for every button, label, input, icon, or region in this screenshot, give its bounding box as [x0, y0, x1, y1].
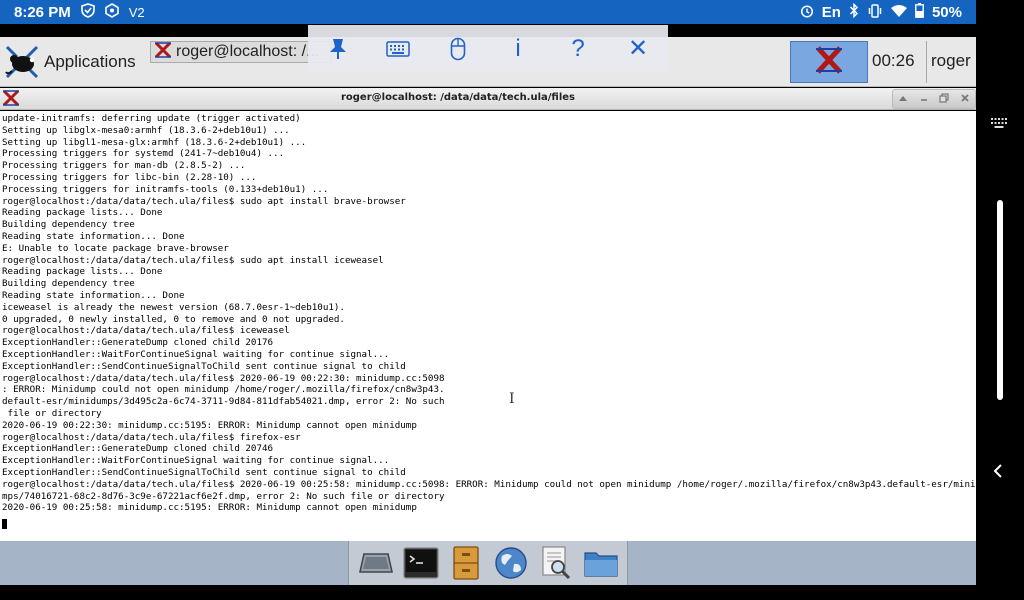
terminal-line: ExceptionHandler::SendContinueSignalToCh…: [2, 466, 406, 478]
terminal-line: Processing triggers for systemd (241-7~d…: [2, 148, 285, 160]
terminal-line: mps/74016721-68c2-8d76-3c9e-67221acf6e2f…: [2, 490, 445, 502]
android-nav-bar: [976, 0, 1024, 600]
desktop-icon[interactable]: [357, 544, 395, 582]
terminal-line: Processing triggers for initramfs-tools …: [2, 183, 329, 195]
shade-up-icon[interactable]: [898, 94, 908, 105]
battery-icon: [915, 3, 924, 21]
terminal-lines: update-initramfs: deferring update (trig…: [2, 113, 976, 514]
folder-icon[interactable]: [582, 544, 620, 582]
terminal-cursor: [2, 519, 7, 530]
shield-icon: [80, 3, 95, 21]
close-icon[interactable]: ✕: [618, 29, 658, 69]
window-close-icon[interactable]: [960, 93, 970, 106]
alarm-icon: [800, 4, 814, 21]
terminal-line: iceweasel is already the newest version …: [2, 301, 345, 313]
wifi-icon: [890, 4, 907, 20]
terminal-icon[interactable]: [402, 544, 440, 582]
terminal-output[interactable]: update-initramfs: deferring update (trig…: [0, 111, 976, 541]
hexagon-icon: [104, 3, 119, 21]
terminal-line: 2020-06-19 00:22:30: minidump.cc:5195: E…: [2, 419, 417, 431]
terminal-line: 2020-06-19 00:25:58: minidump.cc:5195: E…: [2, 502, 417, 514]
vnc-toolbar: i ? ✕: [308, 25, 668, 72]
terminal-line: Processing triggers for man-db (2.8.5-2)…: [2, 160, 246, 172]
v2-icon: V2: [128, 4, 145, 20]
web-browser-icon[interactable]: [492, 544, 530, 582]
terminal-line: Setting up libglx-mesa0:armhf (18.3.6-2+…: [2, 124, 290, 136]
terminal-line: roger@localhost:/data/data/tech.ula/file…: [2, 372, 445, 384]
window-controls: [892, 89, 976, 109]
vibrate-icon: [867, 3, 883, 21]
android-status-bar: 8:26 PM V2 En 50%: [0, 0, 976, 24]
terminal-line: ExceptionHandler::SendContinueSignalToCh…: [2, 360, 406, 372]
terminal-line: update-initramfs: deferring update (trig…: [2, 113, 301, 124]
application-dock: [348, 541, 628, 585]
battery-percent: 50%: [931, 3, 962, 21]
text-ibeam-cursor-icon: I: [509, 391, 515, 407]
terminal-line: Reading state information... Done: [2, 230, 185, 242]
applications-label: Applications: [44, 52, 136, 71]
taskbar-window-button[interactable]: roger@localhost: /...: [150, 41, 332, 63]
terminal-line: roger@localhost:/data/data/tech.ula/file…: [2, 431, 301, 443]
bottom-black-strip: [0, 585, 976, 600]
xorg-x-logo-icon: [814, 45, 844, 79]
terminal-line: roger@localhost:/data/data/tech.ula/file…: [2, 254, 384, 266]
terminal-line: 0 upgraded, 0 newly installed, 0 to remo…: [2, 313, 345, 325]
terminal-line: ExceptionHandler::WaitForContinueSignal …: [2, 455, 390, 467]
mouse-icon[interactable]: [438, 29, 478, 69]
window-title: roger@localhost: /data/data/tech.ula/fil…: [340, 92, 576, 103]
terminal-line: ExceptionHandler::WaitForContinueSignal …: [2, 348, 390, 360]
terminal-line: Reading package lists... Done: [2, 207, 163, 219]
terminal-line: Reading package lists... Done: [2, 266, 163, 278]
user-menu[interactable]: roger: [931, 51, 971, 71]
app-finder-icon[interactable]: [537, 544, 575, 582]
info-icon[interactable]: i: [498, 29, 538, 69]
terminal-line: E: Unable to locate package brave-browse…: [2, 242, 229, 254]
terminal-line: roger@localhost:/data/data/tech.ula/file…: [2, 478, 976, 490]
help-icon[interactable]: ?: [558, 29, 598, 69]
minimize-icon[interactable]: [919, 94, 929, 105]
back-chevron-icon[interactable]: [993, 462, 1003, 483]
panel-clock[interactable]: 00:26: [872, 51, 915, 71]
terminal-line: ExceptionHandler::GenerateDump cloned ch…: [2, 337, 274, 349]
terminal-line: Building dependency tree: [2, 278, 135, 290]
terminal-line: roger@localhost:/data/data/tech.ula/file…: [2, 195, 406, 207]
file-cabinet-icon[interactable]: [447, 544, 485, 582]
pin-icon[interactable]: [318, 29, 358, 69]
terminal-line: Building dependency tree: [2, 219, 135, 231]
status-time: 8:26 PM: [14, 3, 71, 21]
applications-menu-button[interactable]: Applications: [0, 41, 136, 83]
en-icon: En: [821, 3, 841, 21]
terminal-window-titlebar[interactable]: roger@localhost: /data/data/tech.ula/fil…: [0, 88, 976, 110]
terminal-line: roger@localhost:/data/data/tech.ula/file…: [2, 325, 290, 337]
x-server-status-button[interactable]: [790, 41, 868, 83]
taskbar-window-title: roger@localhost: /...: [176, 43, 320, 60]
vertical-scrollbar[interactable]: [997, 200, 1003, 400]
terminal-line: Processing triggers for libc-bin (2.28-1…: [2, 171, 257, 183]
keyboard-icon[interactable]: [378, 29, 418, 69]
terminal-line: Reading state information... Done: [2, 289, 185, 301]
xorg-x-icon: [154, 42, 172, 62]
terminal-line: default-esr/minidumps/3d495c2a-6c74-3711…: [2, 396, 445, 408]
panel-separator: [926, 41, 927, 83]
bluetooth-icon: [849, 2, 859, 21]
terminal-line: file or directory: [2, 407, 102, 419]
xfce-mouse-logo-icon: [4, 44, 40, 80]
terminal-line: ExceptionHandler::GenerateDump cloned ch…: [2, 443, 274, 455]
terminal-line: Setting up libgl1-mesa-glx:armhf (18.3.6…: [2, 136, 307, 148]
terminal-line: : ERROR: Minidump could not open minidum…: [2, 384, 445, 396]
keyboard-toggle-icon[interactable]: [991, 116, 1007, 132]
maximize-icon[interactable]: [939, 92, 949, 106]
